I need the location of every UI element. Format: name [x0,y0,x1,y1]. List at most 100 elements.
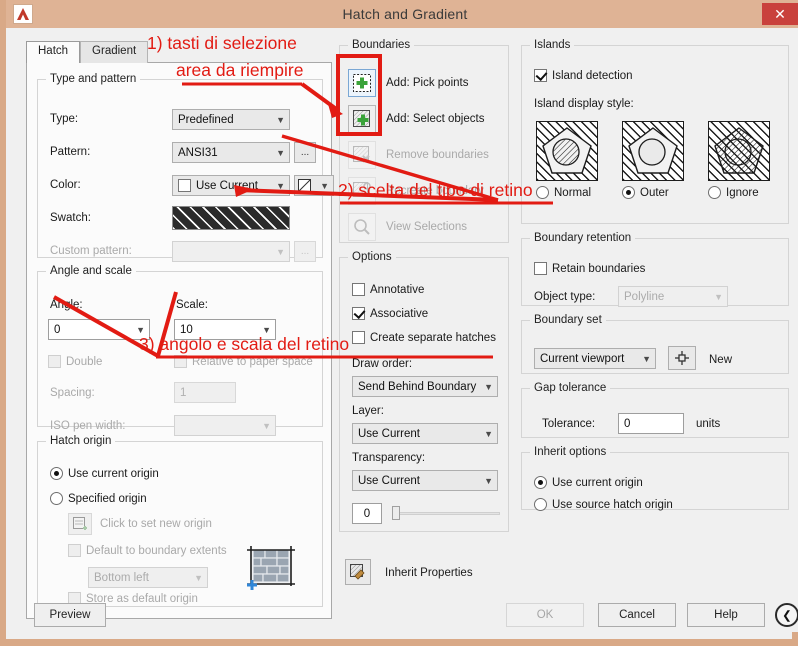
inherit-use-current-origin-radio[interactable] [534,476,547,489]
tab-hatch[interactable]: Hatch [26,41,81,63]
island-outer-label: Outer [640,186,669,199]
pattern-swatch[interactable] [172,206,290,230]
associative-checkbox[interactable] [352,307,365,320]
title-bar: Hatch and Gradient ✕ [6,0,798,28]
default-boundary-extents-row: Default to boundary extents [68,544,227,557]
use-current-origin-row[interactable]: Use current origin [50,467,159,480]
recreate-boundary-icon [348,177,376,205]
tab-gradient[interactable]: Gradient [80,41,149,63]
color-swatch-icon [178,179,191,192]
set-origin-icon [68,513,92,535]
boundary-set-value: Current viewport [540,352,625,365]
inherit-properties-icon[interactable] [345,559,371,585]
chevron-down-icon: ▼ [642,353,651,364]
angle-combo[interactable]: 0 ▼ [48,319,150,340]
island-normal-icon[interactable] [536,121,598,181]
background-color-combo[interactable]: ▼ [294,175,334,196]
swatch-hatch-fill [173,207,289,229]
pick-points-icon[interactable] [348,69,376,97]
retain-boundaries-row[interactable]: Retain boundaries [534,262,645,275]
transparency-label: Transparency: [352,452,426,464]
island-detection-checkbox[interactable] [534,69,547,82]
cancel-button[interactable]: Cancel [598,603,676,627]
add-select-objects-label: Add: Select objects [386,113,485,125]
close-icon[interactable]: ✕ [762,3,798,25]
pattern-combo[interactable]: ANSI31 ▼ [172,142,290,163]
help-button[interactable]: Help [687,603,765,627]
associative-row[interactable]: Associative [352,307,428,320]
spacing-input: 1 [174,382,236,403]
gap-tolerance-group: Gap tolerance Tolerance: 0 units [521,382,789,438]
tolerance-input[interactable]: 0 [618,413,684,434]
specified-origin-radio[interactable] [50,492,63,505]
island-outer-radio[interactable] [622,186,635,199]
slider-thumb[interactable] [392,506,400,520]
tolerance-label: Tolerance: [542,418,596,430]
boundary-retention-group: Boundary retention Retain boundaries Obj… [521,232,789,307]
island-display-style-label: Island display style: [534,98,634,110]
pattern-label: Pattern: [50,146,91,158]
relative-to-paper-space-checkbox [174,355,187,368]
extents-position-combo: Bottom left ▼ [88,567,208,588]
draw-order-combo[interactable]: Send Behind Boundary ▼ [352,376,498,397]
annotative-row[interactable]: Annotative [352,283,424,296]
boundary-retention-legend: Boundary retention [534,232,632,244]
layer-value: Use Current [358,427,420,440]
transparency-slider[interactable] [392,506,500,520]
color-combo[interactable]: Use Current ▼ [172,175,290,196]
click-to-set-new-origin-label: Click to set new origin [100,518,212,530]
expand-arrow-icon[interactable]: ❮ [775,603,798,627]
island-outer-icon[interactable] [622,121,684,181]
transparency-value-input[interactable]: 0 [352,503,382,524]
relative-to-paper-space-label: Relative to paper space [192,355,313,368]
inherit-properties-label: Inherit Properties [385,567,473,579]
chevron-down-icon: ▼ [714,291,723,302]
chevron-down-icon: ▼ [276,180,285,191]
boundary-set-combo[interactable]: Current viewport ▼ [534,348,656,369]
specified-origin-row[interactable]: Specified origin [50,492,147,505]
inherit-use-source-origin-row[interactable]: Use source hatch origin [534,498,673,511]
annotative-checkbox[interactable] [352,283,365,296]
island-normal-radio[interactable] [536,186,549,199]
angle-and-scale-group: Angle and scale Angle: 0 ▼ Scale: 10 ▼ D… [37,265,323,436]
island-ignore-row[interactable]: Ignore [708,186,759,199]
retain-boundaries-checkbox[interactable] [534,262,547,275]
island-normal-row[interactable]: Normal [536,186,591,199]
color-label: Color: [50,179,81,191]
island-outer-row[interactable]: Outer [622,186,669,199]
island-detection-label: Island detection [552,69,633,82]
crosshair-icon[interactable] [668,346,696,370]
transparency-combo[interactable]: Use Current ▼ [352,470,498,491]
chevron-down-icon: ▼ [136,324,145,335]
options-legend: Options [352,251,392,263]
custom-pattern-combo: ▼ [172,241,290,262]
select-objects-icon[interactable] [348,105,376,133]
scale-combo[interactable]: 10 ▼ [174,319,276,340]
inherit-use-source-origin-radio[interactable] [534,498,547,511]
remove-boundaries-label: Remove boundaries [386,149,489,161]
type-combo[interactable]: Predefined ▼ [172,109,290,130]
object-type-combo: Polyline ▼ [618,286,728,307]
island-ignore-icon[interactable] [708,121,770,181]
pattern-value: ANSI31 [178,146,218,159]
chevron-down-icon: ▼ [484,381,493,392]
chevron-down-icon: ▼ [276,147,285,158]
ok-button: OK [506,603,584,627]
boundary-set-legend: Boundary set [534,314,602,326]
double-checkbox [48,355,61,368]
inherit-options-group: Inherit options Use current origin Use s… [521,446,789,511]
inherit-options-legend: Inherit options [534,446,607,458]
layer-combo[interactable]: Use Current ▼ [352,423,498,444]
island-ignore-radio[interactable] [708,186,721,199]
type-value: Predefined [178,113,234,126]
preview-button[interactable]: Preview [34,603,106,627]
pattern-browse-button[interactable]: ... [294,142,316,163]
create-separate-hatches-row[interactable]: Create separate hatches [352,331,496,344]
default-boundary-extents-checkbox [68,544,81,557]
boundary-set-new-label[interactable]: New [709,354,732,366]
create-separate-hatches-checkbox[interactable] [352,331,365,344]
use-current-origin-radio[interactable] [50,467,63,480]
boundaries-legend: Boundaries [352,39,411,51]
island-detection-row[interactable]: Island detection [534,69,633,82]
inherit-use-current-origin-row[interactable]: Use current origin [534,476,643,489]
